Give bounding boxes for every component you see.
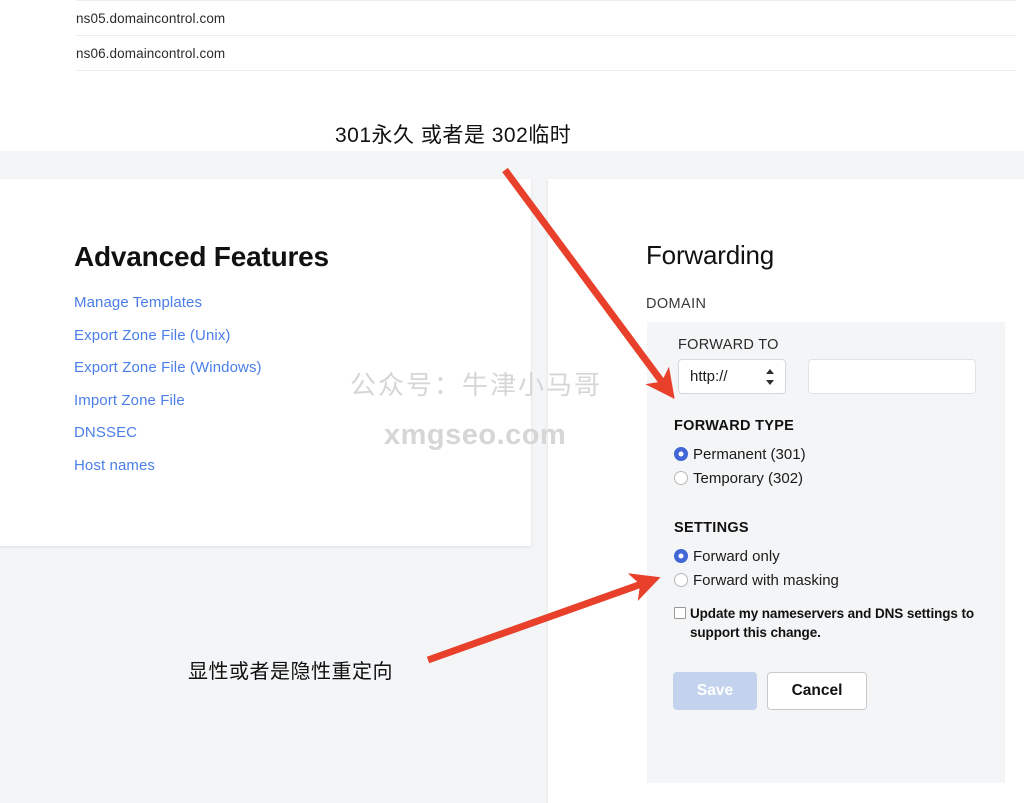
save-button[interactable]: Save (673, 672, 757, 710)
forward-type-radio-group: Permanent (301) Temporary (302) (674, 442, 806, 490)
forwarding-card: Forwarding DOMAIN FORWARD TO http:// FOR… (548, 179, 1024, 803)
radio-permanent-301[interactable]: Permanent (301) (674, 442, 806, 466)
nameserver-row: ns05.domaincontrol.com (76, 0, 1016, 36)
radio-icon-checked[interactable] (674, 447, 688, 461)
advanced-features-title: Advanced Features (74, 241, 329, 272)
radio-icon-checked[interactable] (674, 549, 688, 563)
nameserver-list: ns05.domaincontrol.com ns06.domaincontro… (0, 0, 1024, 71)
scheme-select-value: http:// (690, 368, 728, 385)
radio-temporary-302[interactable]: Temporary (302) (674, 466, 806, 490)
nameserver-row: ns06.domaincontrol.com (76, 36, 1016, 71)
forward-type-label: FORWARD TYPE (674, 418, 795, 434)
settings-radio-group: Forward only Forward with masking (674, 544, 839, 592)
radio-icon-unchecked[interactable] (674, 573, 688, 587)
forward-to-label: FORWARD TO (678, 337, 779, 353)
radio-forward-with-masking[interactable]: Forward with masking (674, 568, 839, 592)
radio-icon-unchecked[interactable] (674, 471, 688, 485)
update-nameservers-label: Update my nameservers and DNS settings t… (690, 606, 974, 640)
forwarding-settings-panel: FORWARD TO http:// FORWARD TYPE Permanen… (647, 322, 1005, 783)
radio-label: Temporary (302) (693, 469, 804, 487)
radio-label: Forward only (693, 547, 780, 565)
settings-label: SETTINGS (674, 520, 749, 536)
radio-forward-only[interactable]: Forward only (674, 544, 839, 568)
link-host-names[interactable]: Host names (74, 457, 262, 474)
radio-label: Forward with masking (693, 571, 839, 589)
link-import-zone-file[interactable]: Import Zone File (74, 392, 262, 409)
scheme-select[interactable]: http:// (678, 359, 786, 394)
checkbox-icon-unchecked[interactable] (674, 607, 686, 619)
forwarding-domain-label: DOMAIN (646, 296, 707, 312)
nameserver-value: ns06.domaincontrol.com (76, 45, 226, 61)
nameserver-value: ns05.domaincontrol.com (76, 10, 226, 26)
cancel-button[interactable]: Cancel (767, 672, 867, 710)
stepper-arrows-icon[interactable] (765, 368, 774, 385)
link-dnssec[interactable]: DNSSEC (74, 424, 262, 441)
update-nameservers-row[interactable]: Update my nameservers and DNS settings t… (674, 604, 974, 642)
advanced-features-link-list: Manage Templates Export Zone File (Unix)… (74, 294, 262, 489)
forwarding-title: Forwarding (646, 240, 775, 270)
advanced-features-card: Advanced Features Manage Templates Expor… (0, 179, 531, 546)
annotation-top-text: 301永久 或者是 302临时 (335, 124, 572, 147)
annotation-bottom-text: 显性或者是隐性重定向 (188, 661, 393, 683)
forwarding-action-buttons: Save Cancel (673, 672, 867, 710)
link-export-zone-file-unix[interactable]: Export Zone File (Unix) (74, 327, 262, 344)
link-export-zone-file-windows[interactable]: Export Zone File (Windows) (74, 359, 262, 376)
link-manage-templates[interactable]: Manage Templates (74, 294, 262, 311)
forward-url-input[interactable] (808, 359, 976, 394)
radio-label: Permanent (301) (693, 445, 806, 463)
